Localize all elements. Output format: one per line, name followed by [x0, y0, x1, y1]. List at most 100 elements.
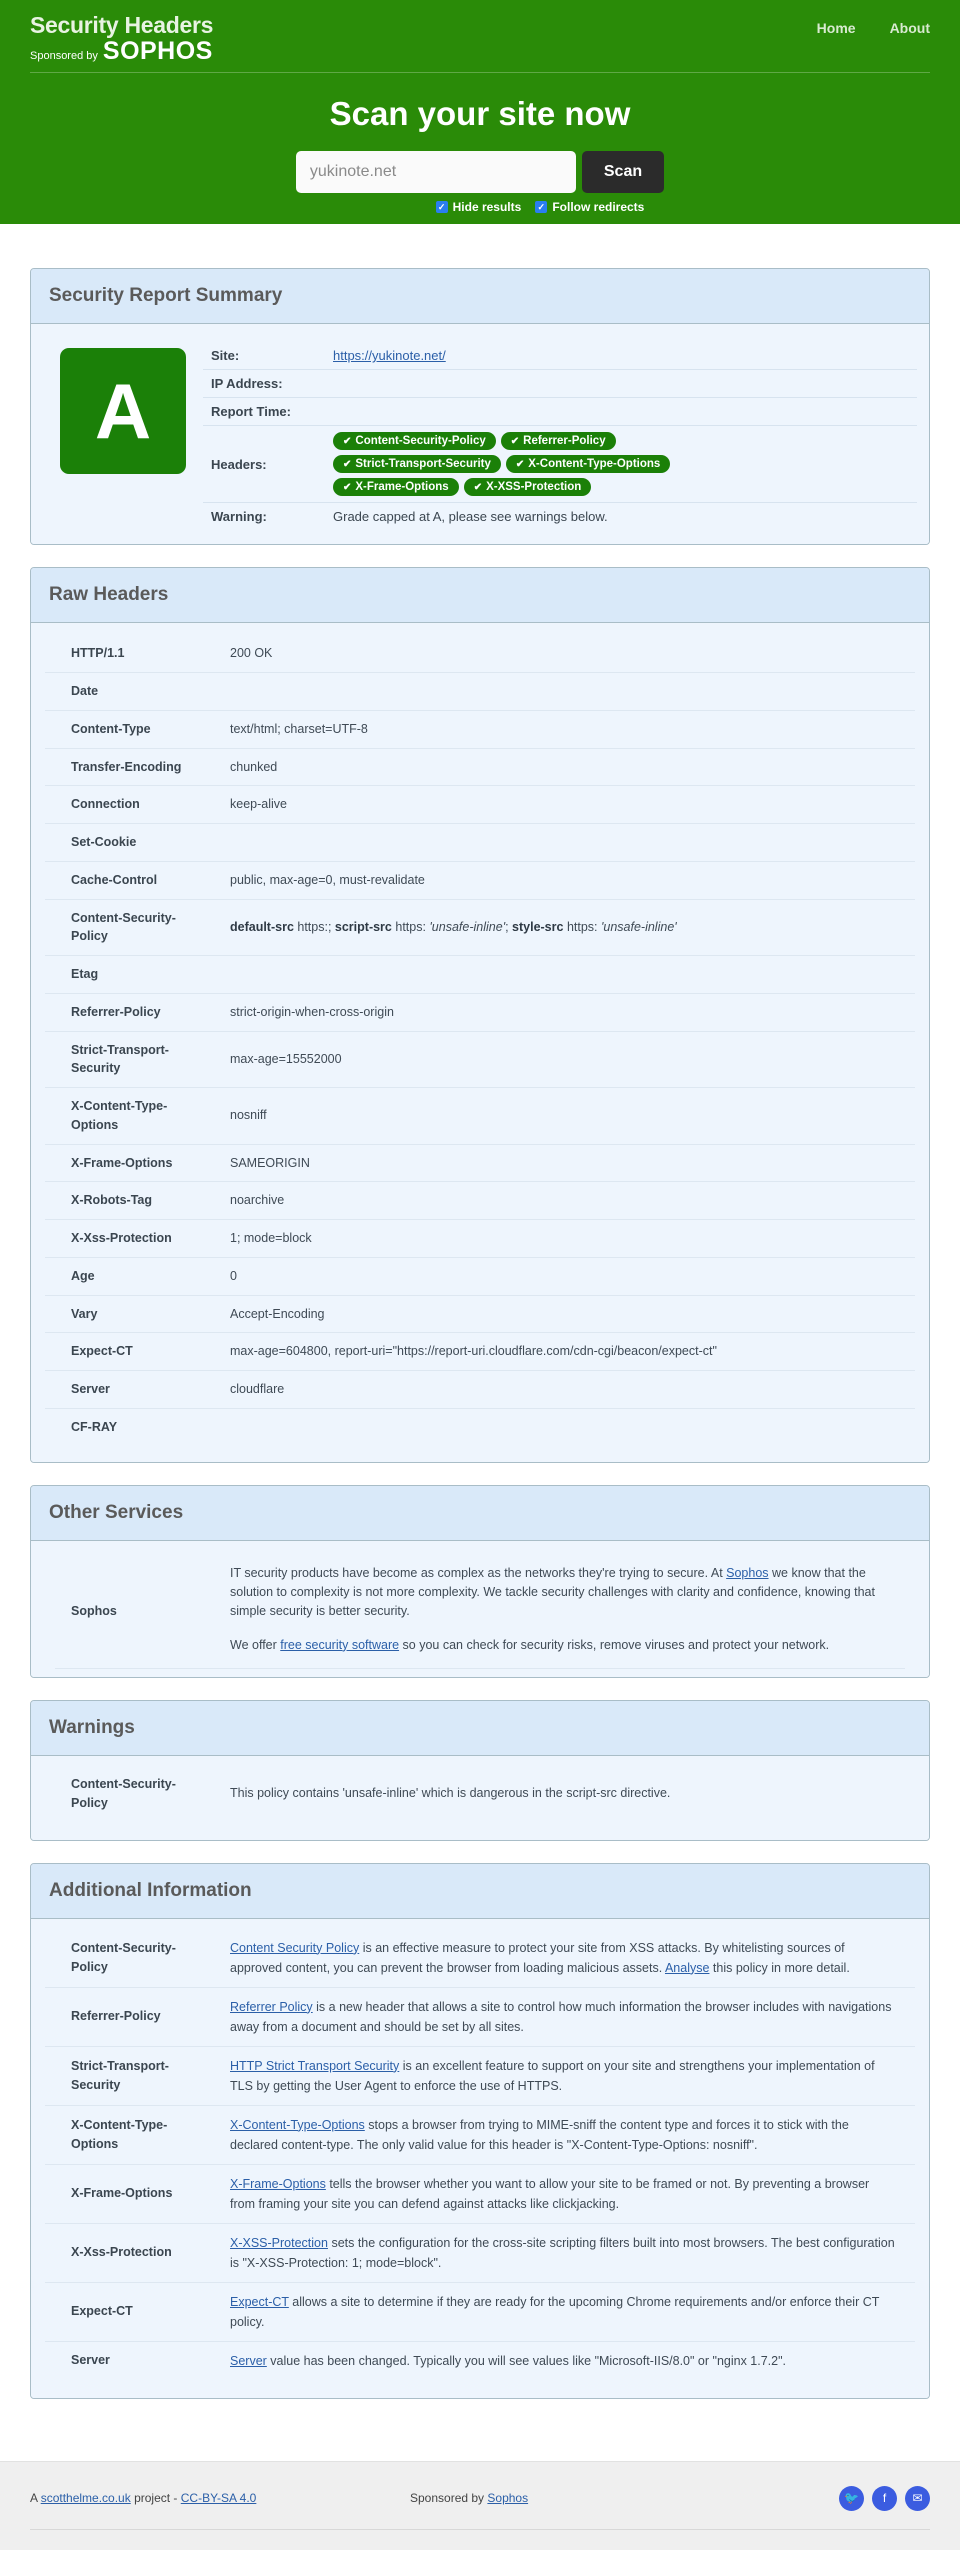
nav-link-about[interactable]: About — [890, 20, 930, 36]
checkbox-follow-redirects-icon[interactable]: ✓ — [535, 201, 548, 214]
table-row: Report Time: — [203, 397, 917, 426]
summary-warning-label: Warning: — [203, 502, 325, 531]
check-icon: ✔ — [473, 481, 483, 493]
warning-text: This policy contains 'unsafe-inline' whi… — [230, 1786, 671, 1801]
footer-bottom-divider — [30, 2528, 930, 2530]
header-badge-list: ✔ Content-Security-Policy ✔ Referrer-Policy… — [333, 432, 753, 497]
table-row: HTTP/1.1 200 OK — [45, 635, 915, 672]
footer-credit-text-b: project - — [130, 2491, 181, 2505]
header-name: X-Content-Type-Options — [45, 1087, 220, 1144]
info-analyse-link[interactable]: Analyse — [665, 1961, 709, 1975]
option-hide-results[interactable]: ✓ Hide results — [435, 200, 521, 214]
service-p2-text-a: We offer — [230, 1637, 281, 1652]
info-doc-link[interactable]: X-XSS-Protection — [230, 2236, 328, 2250]
summary-report-time-label: Report Time: — [203, 397, 325, 426]
info-doc-link[interactable]: Referrer Policy — [230, 2000, 313, 2014]
scan-button[interactable]: Scan — [581, 151, 665, 194]
table-row: Referrer-Policy strict-origin-when-cross-… — [45, 992, 915, 1031]
grade-badge: A — [60, 348, 186, 475]
info-doc-link[interactable]: X-Frame-Options — [230, 2177, 326, 2191]
summary-site-link[interactable]: https://yukinote.net/ — [333, 348, 446, 363]
scan-form: Scan — [30, 151, 930, 194]
table-row: Content-Type text/html; charset=UTF-8 — [45, 709, 915, 748]
email-icon[interactable]: ✉ — [905, 2485, 930, 2511]
facebook-icon[interactable]: f — [872, 2485, 897, 2511]
info-header-name: Content-Security-Policy — [71, 1940, 176, 1974]
other-services-table: Sophos IT security products have become … — [45, 1555, 915, 1669]
check-icon: ✔ — [515, 458, 525, 470]
header-value: cloudflare — [220, 1370, 915, 1409]
header-value: max-age=604800, report-uri="https://repo… — [220, 1332, 915, 1371]
checkbox-hide-results-icon[interactable]: ✓ — [435, 201, 448, 214]
brand[interactable]: Security Headers Sponsored by SOPHOS — [30, 14, 213, 64]
table-row: CF-RAY — [45, 1407, 915, 1446]
footer-sophos-link[interactable]: Sophos — [487, 2491, 528, 2505]
header-badge-label: X-Content-Type-Options — [528, 458, 661, 471]
info-header-name: Strict-Transport-Security — [45, 2045, 220, 2105]
nav-link-home[interactable]: Home — [817, 20, 856, 36]
table-row: Content-Security-Policy This policy conta… — [45, 1766, 915, 1822]
header-badge: ✔ X-Frame-Options — [333, 478, 459, 497]
table-row: Server Server value has been changed. Typ… — [45, 2340, 915, 2380]
footer-sponsor: Sponsored by Sophos — [410, 2491, 839, 2505]
table-row: Cache-Control public, max-age=0, must-rev… — [45, 860, 915, 899]
header-name: Transfer-Encoding — [45, 747, 220, 786]
info-doc-link[interactable]: Server — [230, 2354, 267, 2368]
panel-title-raw-headers: Raw Headers — [49, 584, 169, 606]
table-row: X-Content-Type-Options X-Content-Type-Opt… — [45, 2104, 915, 2164]
option-follow-redirects[interactable]: ✓ Follow redirects — [535, 200, 644, 214]
header-value: default-src https:; script-src https: 'u… — [220, 898, 915, 956]
summary-site-value-cell: https://yukinote.net/ — [325, 342, 917, 370]
header-name: Date — [45, 672, 220, 711]
summary-ip-label: IP Address: — [203, 369, 325, 398]
service-paragraph-1: IT security products have become as comp… — [230, 1564, 905, 1622]
header-name: Etag — [45, 955, 220, 994]
header-value: max-age=15552000 — [220, 1030, 915, 1088]
warning-header-name: Content-Security-Policy — [71, 1777, 176, 1810]
header-badge-label: X-Frame-Options — [355, 481, 449, 494]
divider — [55, 1668, 905, 1669]
table-row: IP Address: — [203, 369, 917, 398]
summary-site-label: Site: — [211, 348, 240, 364]
panel-title-other-services: Other Services — [49, 1501, 184, 1523]
table-row: Etag — [45, 955, 915, 994]
main-content: Security Report Summary A Site: https://… — [30, 224, 930, 2461]
footer-credit: A scotthelme.co.uk project - CC-BY-SA 4.… — [30, 2491, 410, 2505]
info-doc-link[interactable]: X-Content-Type-Options — [230, 2118, 365, 2132]
header-value: text/html; charset=UTF-8 — [220, 709, 915, 748]
info-doc-link[interactable]: HTTP Strict Transport Security — [230, 2059, 399, 2073]
header-badge-label: Content-Security-Policy — [355, 435, 486, 448]
site-header: Security Headers Sponsored by SOPHOS Hom… — [0, 0, 960, 225]
panel-header-other-services: Other Services — [31, 1485, 929, 1541]
table-row: X-Frame-Options SAMEORIGIN — [45, 1143, 915, 1182]
info-header-name: X-Xss-Protection — [45, 2222, 220, 2282]
info-doc-link[interactable]: Expect-CT — [230, 2295, 289, 2309]
summary-ip-value — [325, 369, 917, 398]
panel-header-summary: Security Report Summary — [31, 269, 929, 325]
table-row: Connection keep-alive — [45, 785, 915, 824]
panel-title-additional-information: Additional Information — [49, 1879, 252, 1901]
header-name: Referrer-Policy — [45, 992, 220, 1031]
footer-sponsor-text: Sponsored by — [410, 2491, 488, 2505]
free-security-software-link[interactable]: free security software — [280, 1638, 399, 1652]
header-value — [220, 955, 915, 994]
header-badge: ✔ X-Content-Type-Options — [505, 455, 671, 474]
service-name: Sophos — [71, 1603, 117, 1618]
header-badge-label: X-XSS-Protection — [486, 481, 582, 494]
header-name: Set-Cookie — [45, 823, 220, 862]
header-name: Strict-Transport-Security — [45, 1030, 220, 1088]
table-row: X-Robots-Tag noarchive — [45, 1181, 915, 1220]
header-badge: ✔ Strict-Transport-Security — [333, 455, 501, 474]
license-link[interactable]: CC-BY-SA 4.0 — [181, 2491, 257, 2505]
table-row: Strict-Transport-Security max-age=1555200… — [45, 1030, 915, 1088]
twitter-icon[interactable]: 🐦 — [839, 2485, 864, 2511]
header-name: X-Frame-Options — [45, 1143, 220, 1182]
scan-url-input[interactable] — [295, 151, 576, 194]
header-name: X-Xss-Protection — [45, 1219, 220, 1258]
sophos-link[interactable]: Sophos — [726, 1566, 768, 1580]
info-doc-link[interactable]: Content Security Policy — [230, 1941, 359, 1955]
scotthelme-link[interactable]: scotthelme.co.uk — [41, 2491, 131, 2505]
info-header-name: Server — [45, 2340, 220, 2380]
check-icon: ✔ — [343, 481, 352, 493]
table-row: Content-Security-Policy default-src https… — [45, 898, 915, 956]
